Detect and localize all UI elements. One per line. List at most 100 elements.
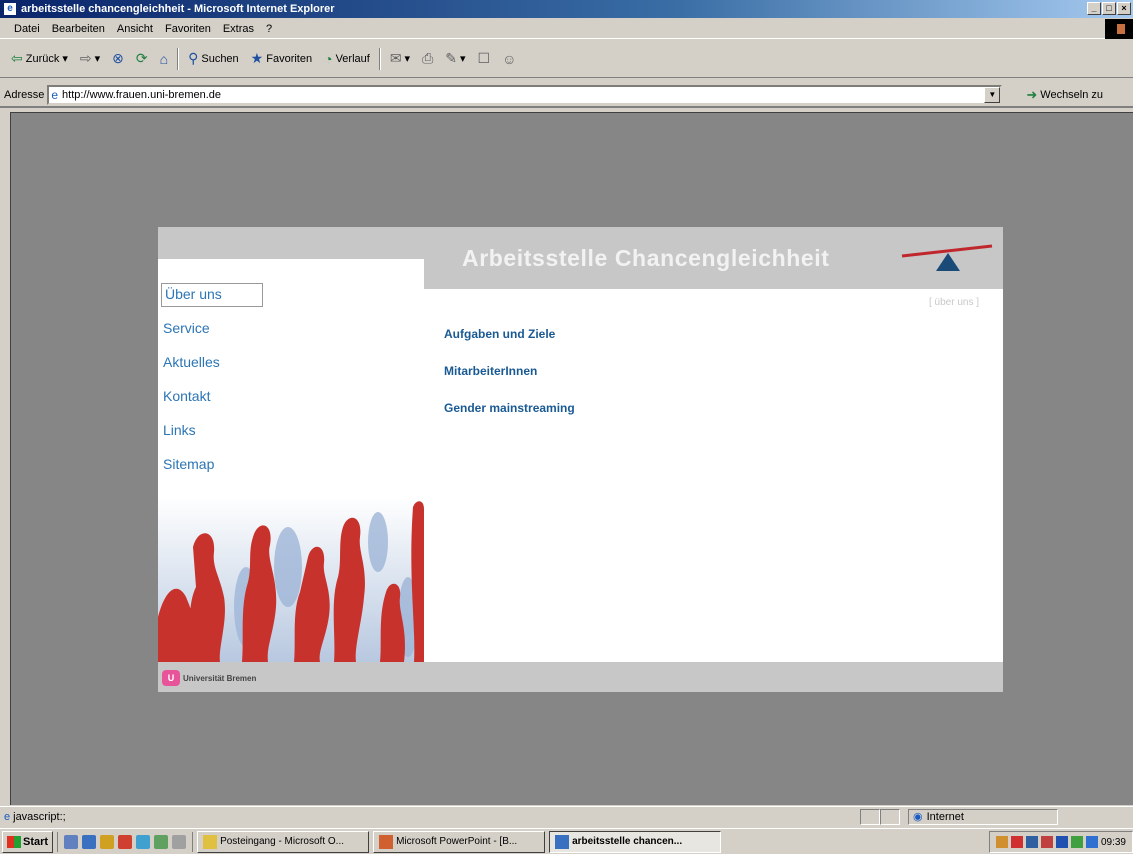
address-bar: Adresse e http://www.frauen.uni-bremen.d… <box>0 84 1133 108</box>
forward-button[interactable]: ⇨ ▾ <box>77 48 103 69</box>
stop-icon: ⊗ <box>112 50 124 66</box>
toolbar-separator <box>177 47 180 70</box>
address-label: Adresse <box>4 89 45 101</box>
print-icon: ⎙ <box>422 50 434 66</box>
discuss-button[interactable]: ☐ <box>475 48 494 69</box>
site-title: Arbeitsstelle Chancengleichheit <box>462 245 830 271</box>
start-button[interactable]: Start <box>2 830 54 853</box>
discuss-icon: ☐ <box>477 50 491 66</box>
mail-quicklaunch-icon[interactable] <box>172 834 187 849</box>
link-gender-mainstreaming[interactable]: Gender mainstreaming <box>444 401 575 438</box>
nav-item-ueber-uns[interactable]: Über uns <box>158 283 424 317</box>
quick-launch <box>57 831 194 852</box>
chevron-down-icon: ▾ <box>460 53 466 65</box>
link-aufgaben-und-ziele[interactable]: Aufgaben und Ziele <box>444 327 575 364</box>
status-bar: e javascript:; ◉ Internet <box>0 806 1133 826</box>
show-desktop-icon[interactable] <box>64 834 79 849</box>
powerpoint-icon <box>379 834 394 849</box>
address-input[interactable]: e http://www.frauen.uni-bremen.de ▼ <box>47 85 1003 105</box>
menu-extras[interactable]: Extras <box>223 23 254 35</box>
ie-window: e arbeitsstelle chancengleichheit - Micr… <box>0 0 1133 854</box>
menu-bearbeiten[interactable]: Bearbeiten <box>52 23 105 35</box>
link-mitarbeiterinnen[interactable]: MitarbeiterInnen <box>444 364 575 401</box>
web-page: Arbeitsstelle Chancengleichheit Über uns… <box>158 227 1003 692</box>
taskbar: Start Posteingang - Microsoft O... Micro… <box>0 828 1133 854</box>
window-title: arbeitsstelle chancengleichheit - Micros… <box>21 3 335 15</box>
refresh-icon: ⟳ <box>135 50 148 66</box>
system-tray: 09:39 <box>988 831 1133 853</box>
menu-help[interactable]: ? <box>266 23 272 35</box>
university-name: Universität Bremen <box>183 673 257 683</box>
player-icon[interactable] <box>136 834 151 849</box>
menu-bar: Datei Bearbeiten Ansicht Favoriten Extra… <box>0 19 1133 39</box>
address-url: http://www.frauen.uni-bremen.de <box>62 89 222 101</box>
go-button[interactable]: ➜ Wechseln zu <box>1026 87 1103 103</box>
address-dropdown-button[interactable]: ▼ <box>984 87 1001 103</box>
mail-button[interactable]: ✉ ▾ <box>387 48 413 69</box>
tray-messenger-icon[interactable] <box>1085 836 1098 848</box>
nav-item-aktuelles[interactable]: Aktuelles <box>158 351 424 385</box>
tray-monitor-icon[interactable] <box>1055 836 1068 848</box>
task-ie-active[interactable]: arbeitsstelle chancen... <box>549 830 722 853</box>
nav-item-links[interactable]: Links <box>158 419 424 453</box>
tray-update-icon[interactable] <box>1070 836 1083 848</box>
title-bar: e arbeitsstelle chancengleichheit - Micr… <box>0 0 1133 18</box>
mail-icon: ✉ <box>389 50 402 66</box>
chevron-down-icon: ▾ <box>404 53 411 65</box>
nav-item-kontakt[interactable]: Kontakt <box>158 385 424 419</box>
tray-network-icon[interactable] <box>1025 836 1038 848</box>
home-button[interactable]: ⌂ <box>157 49 171 69</box>
tray-app-icon[interactable] <box>1040 836 1053 848</box>
refresh-button[interactable]: ⟳ <box>133 48 151 69</box>
outlook-task-icon <box>203 834 218 849</box>
ie-quicklaunch-icon[interactable] <box>82 834 97 849</box>
home-icon: ⌂ <box>159 50 169 67</box>
minimize-button[interactable]: _ <box>1087 2 1101 15</box>
forward-arrow-icon: ⇨ <box>79 50 92 66</box>
university-logo[interactable]: U Universität Bremen <box>162 670 256 686</box>
menu-favoriten[interactable]: Favoriten <box>165 23 211 35</box>
history-icon: ◔ <box>324 50 333 67</box>
page-icon: e <box>51 88 59 102</box>
toolbar-separator <box>378 47 381 70</box>
tray-speaker-icon[interactable] <box>995 836 1008 848</box>
tray-antivirus-icon[interactable] <box>1010 836 1023 848</box>
window-controls: _ □ × <box>1087 2 1131 15</box>
page-icon: e <box>4 810 11 823</box>
edit-button[interactable]: ✎ ▾ <box>442 48 468 69</box>
nav-item-service[interactable]: Service <box>158 317 424 351</box>
clock[interactable]: 09:39 <box>1101 837 1126 848</box>
back-button[interactable]: ⇦ Zurück ▾ <box>8 48 71 69</box>
page-footer: U Universität Bremen <box>158 662 1003 692</box>
globe-icon: ◉ <box>913 811 923 823</box>
history-button[interactable]: ◔ Verlauf <box>321 49 373 69</box>
main-nav: Über uns Service Aktuelles Kontakt Links… <box>158 283 424 487</box>
favorites-button[interactable]: ★ Favoriten <box>248 48 315 69</box>
search-button[interactable]: ⚲ Suchen <box>185 48 242 69</box>
stop-button[interactable]: ⊗ <box>109 48 127 69</box>
close-button[interactable]: × <box>1117 2 1131 15</box>
content-links: Aufgaben und Ziele MitarbeiterInnen Gend… <box>444 327 575 438</box>
main-content: [ über uns ] Aufgaben und Ziele Mitarbei… <box>424 289 1003 662</box>
menu-datei[interactable]: Datei <box>14 23 40 35</box>
messenger-button[interactable]: ☺ <box>499 49 519 69</box>
menu-ansicht[interactable]: Ansicht <box>117 23 153 35</box>
security-zone: ◉ Internet <box>908 808 1058 825</box>
ie-icon: e <box>3 2 17 16</box>
breadcrumb: [ über uns ] <box>928 297 979 308</box>
windows-logo-icon <box>1105 19 1133 39</box>
task-powerpoint[interactable]: Microsoft PowerPoint - [B... <box>373 830 546 853</box>
network-icon[interactable] <box>154 834 169 849</box>
people-artwork <box>158 497 424 662</box>
nav-item-sitemap[interactable]: Sitemap <box>158 453 424 487</box>
chevron-down-icon: ▾ <box>94 53 101 65</box>
ie-task-icon <box>555 834 570 849</box>
outlook-icon[interactable] <box>100 834 115 849</box>
task-posteingang[interactable]: Posteingang - Microsoft O... <box>197 830 370 853</box>
left-column: Über uns Service Aktuelles Kontakt Links… <box>158 259 424 662</box>
favorites-icon: ★ <box>250 50 264 66</box>
chevron-down-icon: ▾ <box>62 53 68 65</box>
media-icon[interactable] <box>118 834 133 849</box>
print-button[interactable]: ⎙ <box>419 48 436 69</box>
maximize-button[interactable]: □ <box>1102 2 1116 15</box>
